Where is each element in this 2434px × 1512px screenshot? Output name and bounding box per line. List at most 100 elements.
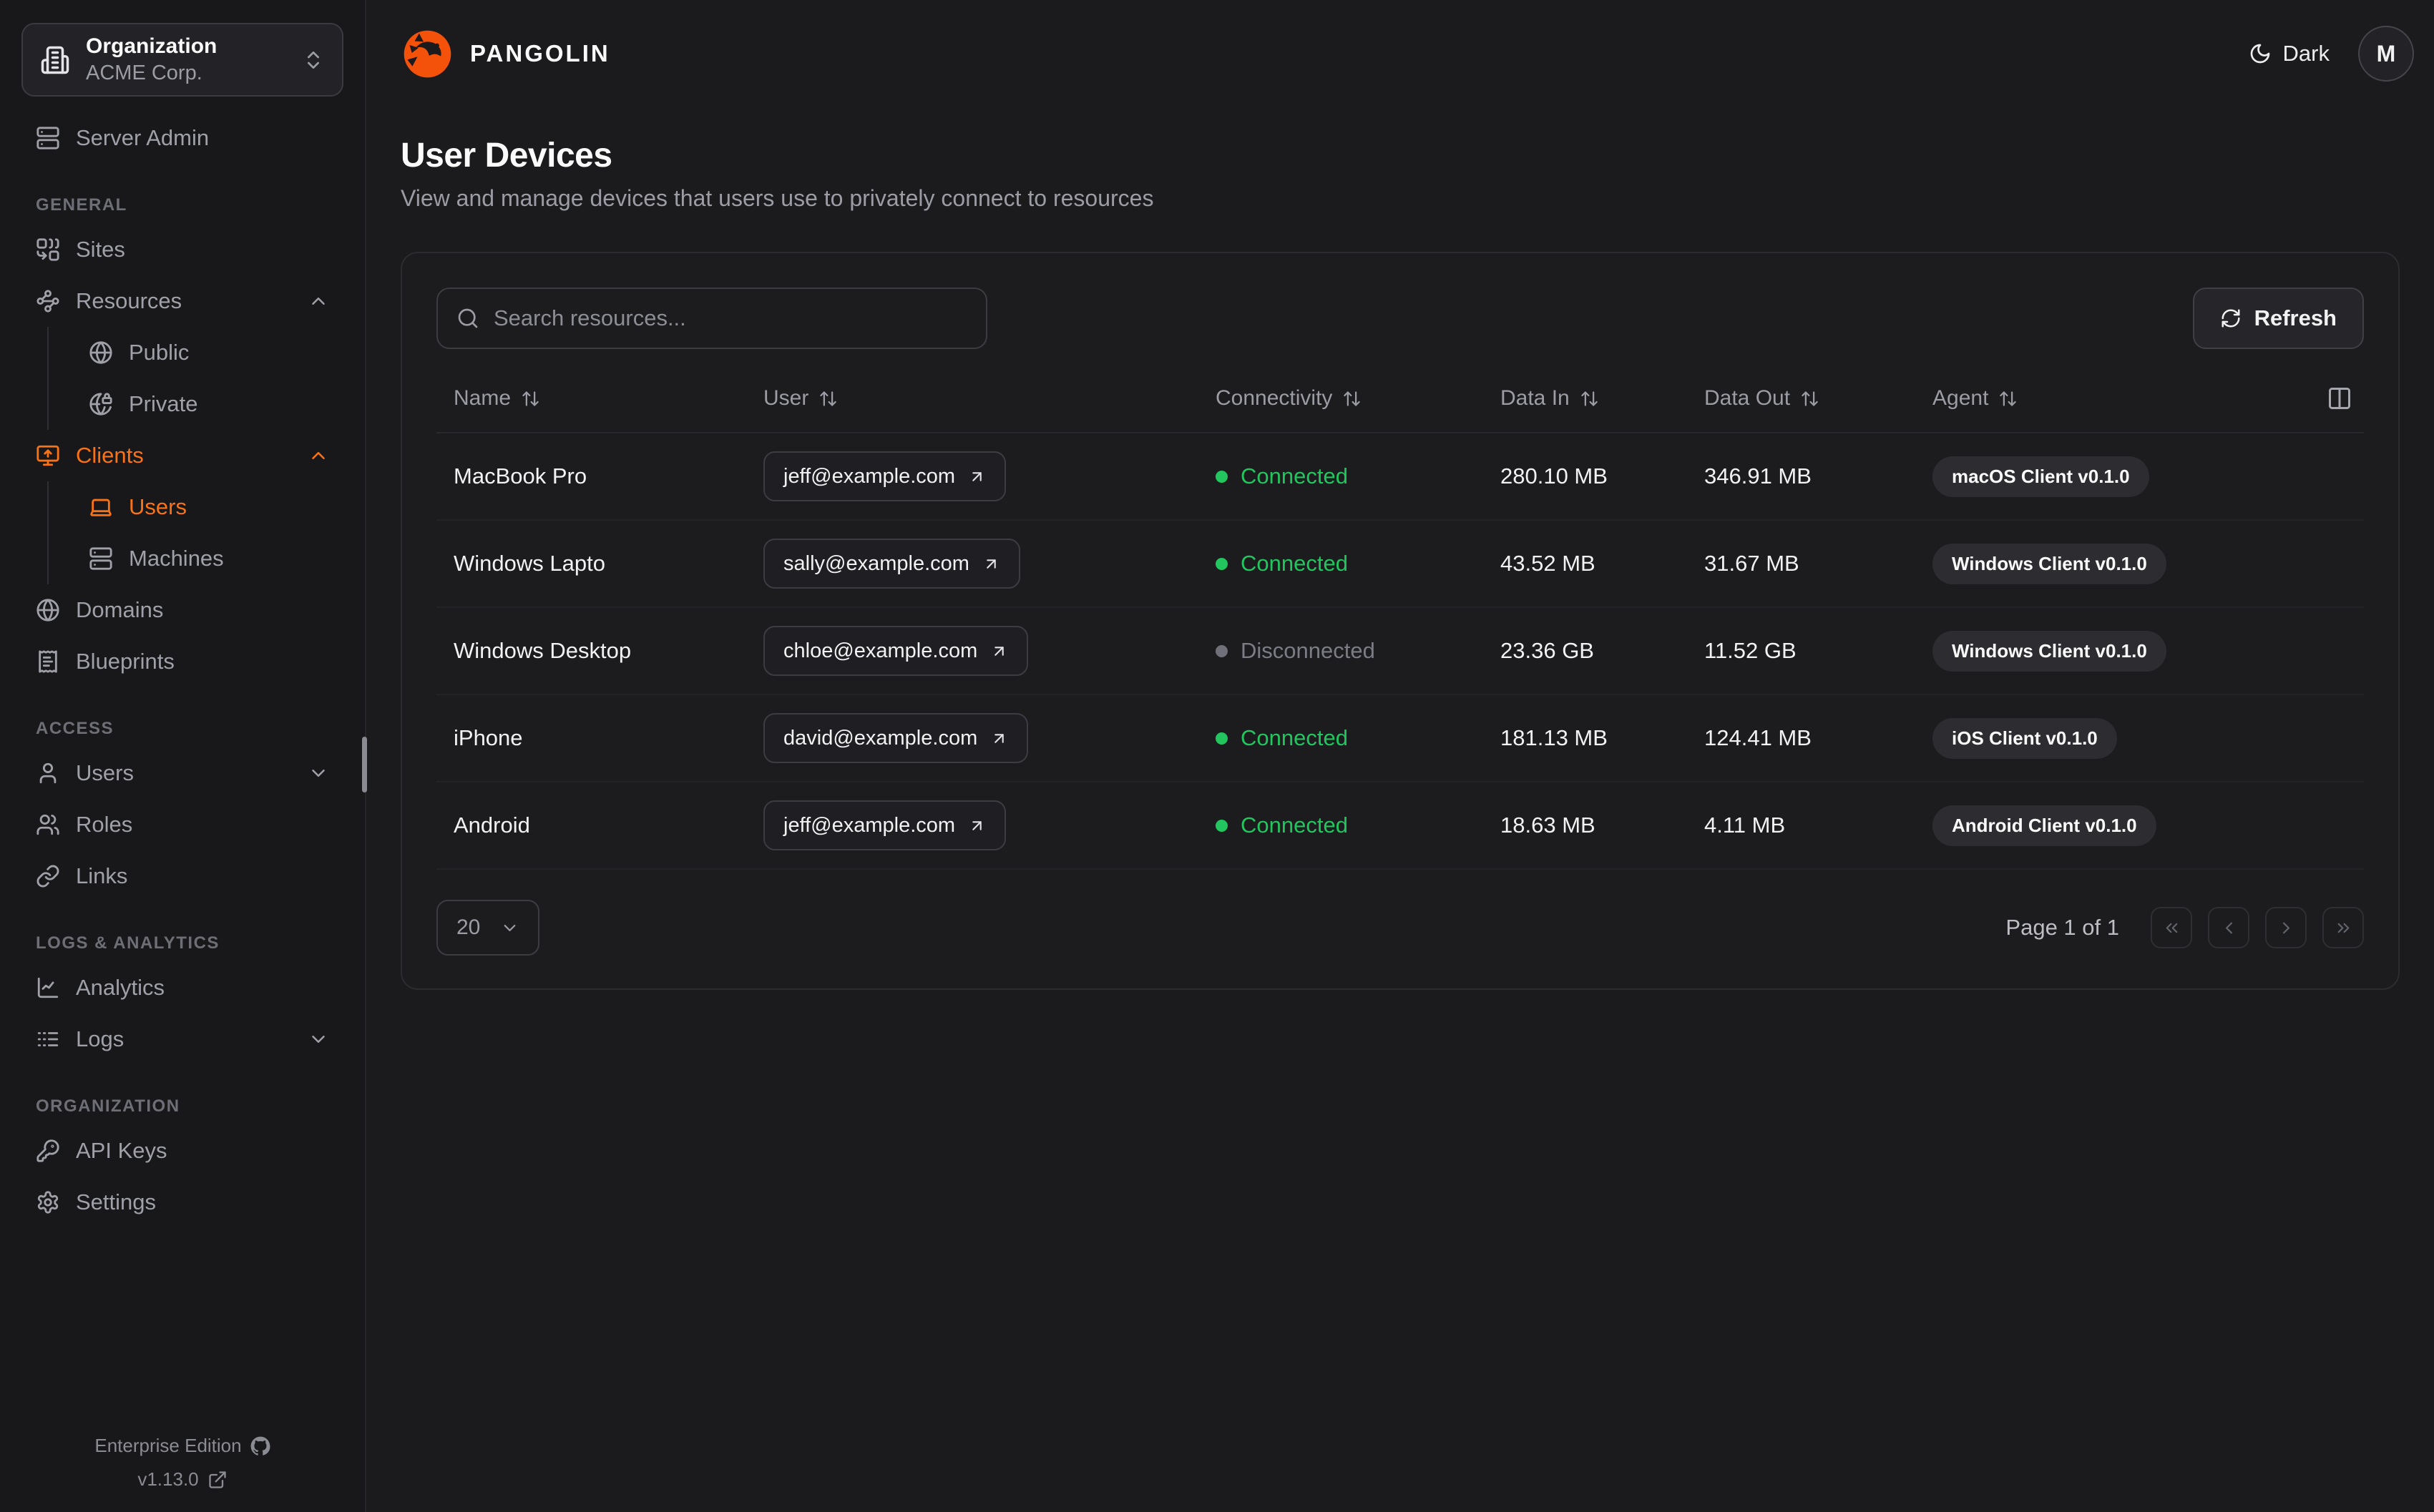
sidebar-item-settings[interactable]: Settings	[17, 1177, 348, 1228]
edition-line[interactable]: Enterprise Edition	[0, 1435, 365, 1457]
connectivity-status: Connected	[1216, 551, 1500, 576]
brand-name: PANGOLIN	[470, 40, 610, 67]
previous-page-button[interactable]	[2208, 907, 2249, 948]
data-out-value: 31.67 MB	[1704, 551, 1799, 576]
sidebar-item-blueprints[interactable]: Blueprints	[17, 636, 348, 687]
column-header-data-in[interactable]: Data In	[1500, 386, 1704, 411]
search-box	[436, 288, 987, 349]
sidebar-item-label: Resources	[76, 288, 182, 313]
globe-lock-icon	[89, 393, 112, 416]
agent-badge: iOS Client v0.1.0	[1932, 717, 2117, 759]
logs-icon	[37, 1032, 59, 1046]
sidebar-item-machines[interactable]: Machines	[49, 533, 348, 584]
device-name: Windows Desktop	[454, 638, 632, 663]
column-header-agent[interactable]: Agent	[1932, 386, 2347, 411]
connectivity-status: Connected	[1216, 463, 1500, 489]
sidebar-item-roles[interactable]: Roles	[17, 799, 348, 850]
column-visibility-button[interactable]	[2327, 384, 2355, 413]
section-label-general: GENERAL	[36, 195, 127, 215]
sidebar-item-links[interactable]: Links	[17, 850, 348, 902]
connectivity-status: Connected	[1216, 813, 1500, 838]
chevron-up-icon	[312, 298, 325, 305]
refresh-label: Refresh	[2254, 305, 2337, 330]
sidebar-item-label: Roles	[76, 812, 133, 837]
user-link-button[interactable]: jeff@example.com	[763, 800, 1007, 850]
user-link-button[interactable]: jeff@example.com	[763, 451, 1007, 501]
table-row: iPhone david@example.com Connected 181.1…	[436, 695, 2364, 782]
data-in-value: 43.52 MB	[1500, 551, 1595, 576]
sidebar-item-domains[interactable]: Domains	[17, 584, 348, 636]
column-header-data-out[interactable]: Data Out	[1704, 386, 1932, 411]
sidebar-item-logs[interactable]: Logs	[17, 1013, 348, 1065]
arrow-up-right-icon	[972, 471, 982, 481]
app-root: Organization ACME Corp. Server Admin GEN…	[0, 0, 2434, 1512]
column-header-user[interactable]: User	[763, 386, 1216, 411]
avatar-initial: M	[2376, 40, 2396, 67]
monitor-up-icon	[36, 445, 59, 466]
github-icon	[250, 1436, 270, 1455]
chevrons-right-icon	[2337, 923, 2349, 933]
next-page-button[interactable]	[2265, 907, 2307, 948]
sidebar-item-api-keys[interactable]: API Keys	[17, 1125, 348, 1177]
column-header-connectivity[interactable]: Connectivity	[1216, 386, 1500, 411]
table-row: Windows Lapto sally@example.com Connecte…	[436, 521, 2364, 608]
main-content: PANGOLIN Dark M User Devices View and ma…	[366, 0, 2434, 1512]
user-link-button[interactable]: chloe@example.com	[763, 626, 1029, 676]
sort-icon	[2000, 391, 2017, 406]
refresh-button[interactable]: Refresh	[2192, 288, 2364, 349]
link-icon	[36, 865, 59, 888]
sidebar-item-sites[interactable]: Sites	[17, 224, 348, 275]
sidebar-item-analytics[interactable]: Analytics	[17, 962, 348, 1013]
organization-selector[interactable]: Organization ACME Corp.	[21, 23, 343, 97]
column-header-name[interactable]: Name	[454, 386, 763, 411]
chevron-down-icon	[504, 924, 516, 931]
sidebar-item-resources[interactable]: Resources	[17, 275, 348, 327]
globe-icon	[36, 599, 59, 622]
sidebar-scrollbar-thumb[interactable]	[362, 737, 367, 792]
sidebar-item-server-admin[interactable]: Server Admin	[17, 112, 348, 164]
sidebar-item-public[interactable]: Public	[49, 327, 348, 378]
data-in-value: 280.10 MB	[1500, 463, 1608, 489]
arrow-up-right-icon	[994, 646, 1004, 656]
first-page-button[interactable]	[2151, 907, 2192, 948]
version-line[interactable]: v1.13.0	[0, 1468, 365, 1491]
user-email: david@example.com	[783, 726, 978, 750]
sidebar-item-clients[interactable]: Clients	[17, 430, 348, 481]
user-icon	[39, 762, 57, 784]
sidebar-item-label: Public	[129, 340, 190, 365]
avatar[interactable]: M	[2358, 26, 2414, 82]
data-out-value: 11.52 GB	[1704, 638, 1797, 663]
sidebar-item-label: Domains	[76, 597, 164, 622]
sidebar-item-label: Private	[129, 391, 198, 416]
status-dot	[1216, 644, 1228, 657]
data-out-value: 124.41 MB	[1704, 725, 1812, 750]
data-in-value: 23.36 GB	[1500, 638, 1594, 663]
user-email: jeff@example.com	[783, 464, 956, 488]
sidebar-item-client-users[interactable]: Users	[49, 481, 348, 533]
status-dot	[1216, 819, 1228, 832]
clients-subnav: Users Machines	[47, 481, 348, 584]
status-text: Connected	[1241, 551, 1348, 576]
table-row: Windows Desktop chloe@example.com Discon…	[436, 608, 2364, 695]
sidebar: Organization ACME Corp. Server Admin GEN…	[0, 0, 366, 1512]
sidebar-item-label: Users	[76, 760, 134, 785]
search-input[interactable]	[494, 305, 967, 331]
brand-logo[interactable]: PANGOLIN	[401, 27, 610, 81]
refresh-icon	[2222, 309, 2240, 328]
user-link-button[interactable]: sally@example.com	[763, 539, 1020, 589]
page-size-select[interactable]: 20	[436, 900, 539, 956]
user-email: jeff@example.com	[783, 813, 956, 837]
sidebar-item-private[interactable]: Private	[49, 378, 348, 430]
last-page-button[interactable]	[2322, 907, 2364, 948]
users-icon	[36, 814, 59, 835]
section-label-access: ACCESS	[36, 719, 114, 738]
sidebar-item-users[interactable]: Users	[17, 747, 348, 799]
organization-label: Organization	[86, 34, 218, 58]
status-dot	[1216, 732, 1228, 745]
chevron-down-icon	[312, 770, 325, 777]
agent-badge: macOS Client v0.1.0	[1932, 456, 2149, 497]
sidebar-item-label: Server Admin	[76, 125, 210, 150]
theme-toggle[interactable]: Dark	[2249, 41, 2330, 67]
chevron-up-icon	[312, 452, 325, 459]
user-link-button[interactable]: david@example.com	[763, 713, 1029, 763]
